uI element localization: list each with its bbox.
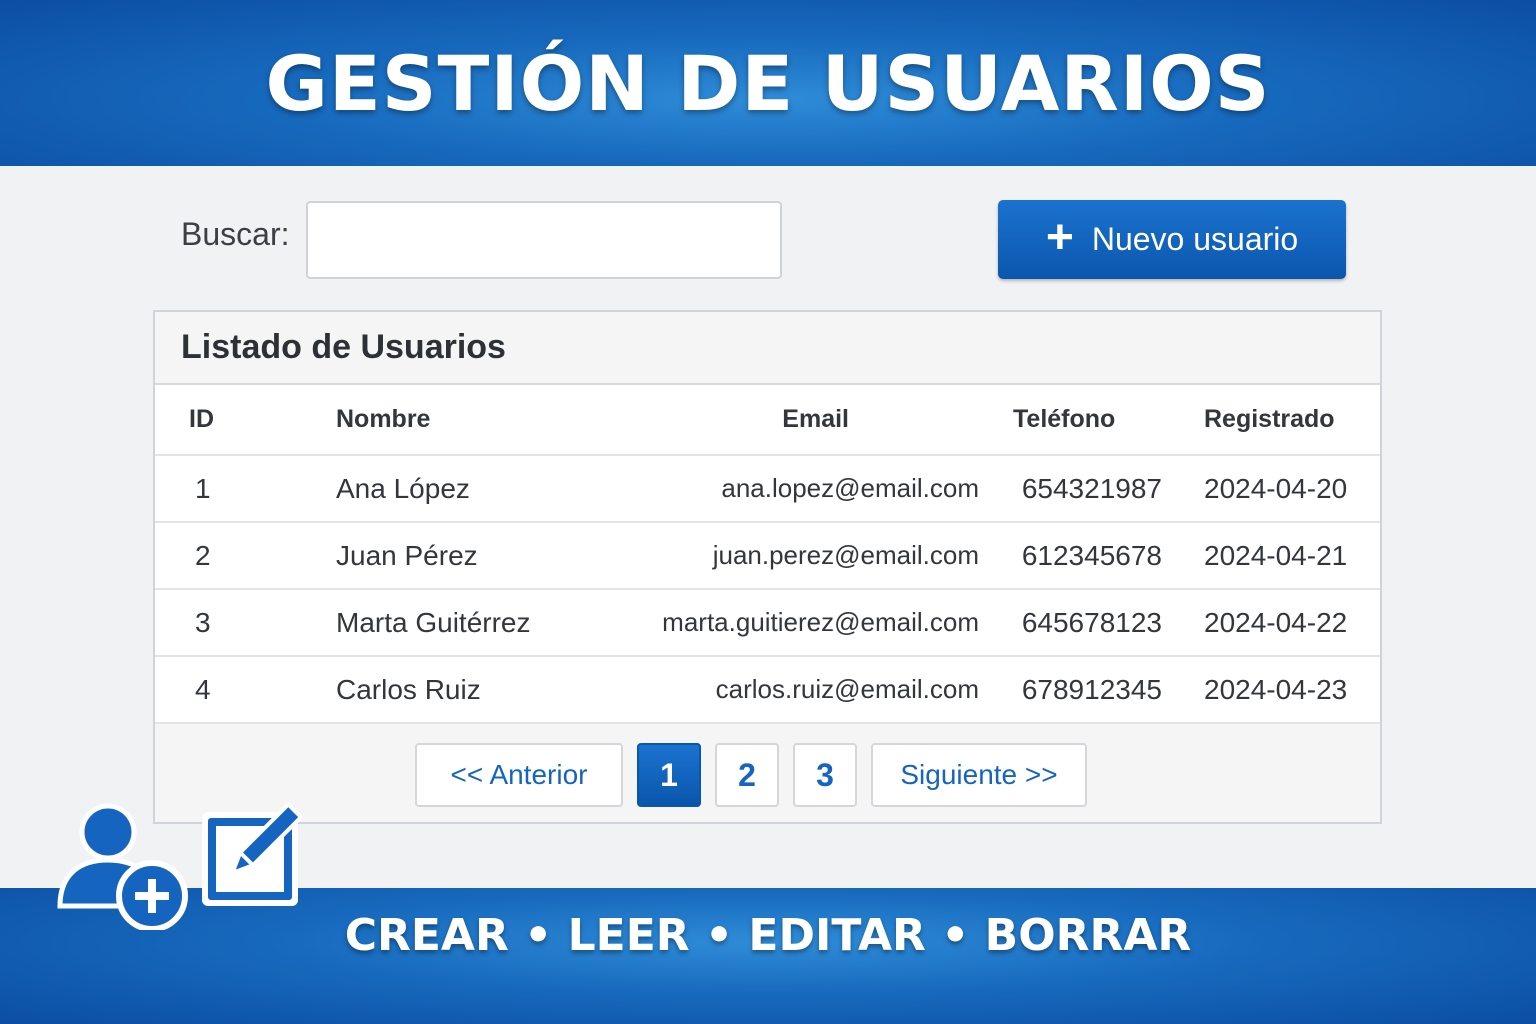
column-header-registered[interactable]: Registrado xyxy=(1182,385,1380,455)
cell-email: carlos.ruiz@email.com xyxy=(715,674,979,704)
table-row[interactable]: 1 Ana López ana.lopez@email.com 65432198… xyxy=(155,455,1380,522)
table-header-row: ID Nombre Email Teléfono Registrado xyxy=(155,385,1380,455)
cell-email: ana.lopez@email.com xyxy=(721,473,979,503)
cell-registered: 2024-04-23 xyxy=(1204,673,1348,705)
cell-name: Marta Guitérrez xyxy=(336,606,531,638)
pagination: << Anterior 1 2 3 Siguiente >> xyxy=(415,743,1087,807)
users-table: ID Nombre Email Teléfono Registrado 1 An… xyxy=(155,385,1380,724)
users-panel: Listado de Usuarios ID Nombre Email Telé… xyxy=(153,310,1382,824)
cell-phone: 654321987 xyxy=(1021,472,1162,504)
cell-phone: 645678123 xyxy=(1021,606,1162,638)
previous-page-button[interactable]: << Anterior xyxy=(415,743,623,807)
cell-registered: 2024-04-20 xyxy=(1204,472,1348,504)
column-header-email[interactable]: Email xyxy=(579,385,989,455)
cell-name: Juan Pérez xyxy=(336,539,478,571)
table-row[interactable]: 2 Juan Pérez juan.perez@email.com 612345… xyxy=(155,522,1380,589)
crud-slogan: CREAR • LEER • EDITAR • BORRAR xyxy=(344,910,1192,961)
add-user-icon xyxy=(57,803,188,930)
cell-phone: 678912345 xyxy=(1021,673,1162,705)
cell-id: 4 xyxy=(195,673,211,705)
cell-id: 3 xyxy=(195,606,211,638)
page-2-button[interactable]: 2 xyxy=(715,743,779,807)
column-header-phone[interactable]: Teléfono xyxy=(989,385,1182,455)
cell-name: Ana López xyxy=(336,472,470,504)
new-user-button[interactable]: + Nuevo usuario xyxy=(998,200,1346,279)
plus-icon: + xyxy=(1045,210,1074,264)
table-row[interactable]: 3 Marta Guitérrez marta.guitierez@email.… xyxy=(155,589,1380,656)
column-header-name[interactable]: Nombre xyxy=(289,385,579,455)
cell-email: juan.perez@email.com xyxy=(712,540,979,570)
page-title: GESTIÓN DE USUARIOS xyxy=(265,38,1271,128)
column-header-id[interactable]: ID xyxy=(155,385,289,455)
cell-email: marta.guitierez@email.com xyxy=(662,607,979,637)
cell-registered: 2024-04-21 xyxy=(1204,539,1348,571)
cell-id: 1 xyxy=(195,472,211,504)
cell-registered: 2024-04-22 xyxy=(1204,606,1348,638)
table-row[interactable]: 4 Carlos Ruiz carlos.ruiz@email.com 6789… xyxy=(155,656,1380,723)
page-3-button[interactable]: 3 xyxy=(793,743,857,807)
cell-name: Carlos Ruiz xyxy=(336,673,481,705)
search-label: Buscar: xyxy=(181,216,290,252)
search-input[interactable] xyxy=(306,201,782,279)
cell-phone: 612345678 xyxy=(1021,539,1162,571)
new-user-label: Nuevo usuario xyxy=(1091,221,1299,257)
header-banner: GESTIÓN DE USUARIOS xyxy=(0,0,1536,166)
cell-id: 2 xyxy=(195,539,211,571)
edit-icon xyxy=(202,803,303,906)
next-page-button[interactable]: Siguiente >> xyxy=(871,743,1087,807)
page-1-button[interactable]: 1 xyxy=(637,743,701,807)
panel-title: Listado de Usuarios xyxy=(155,312,1380,385)
